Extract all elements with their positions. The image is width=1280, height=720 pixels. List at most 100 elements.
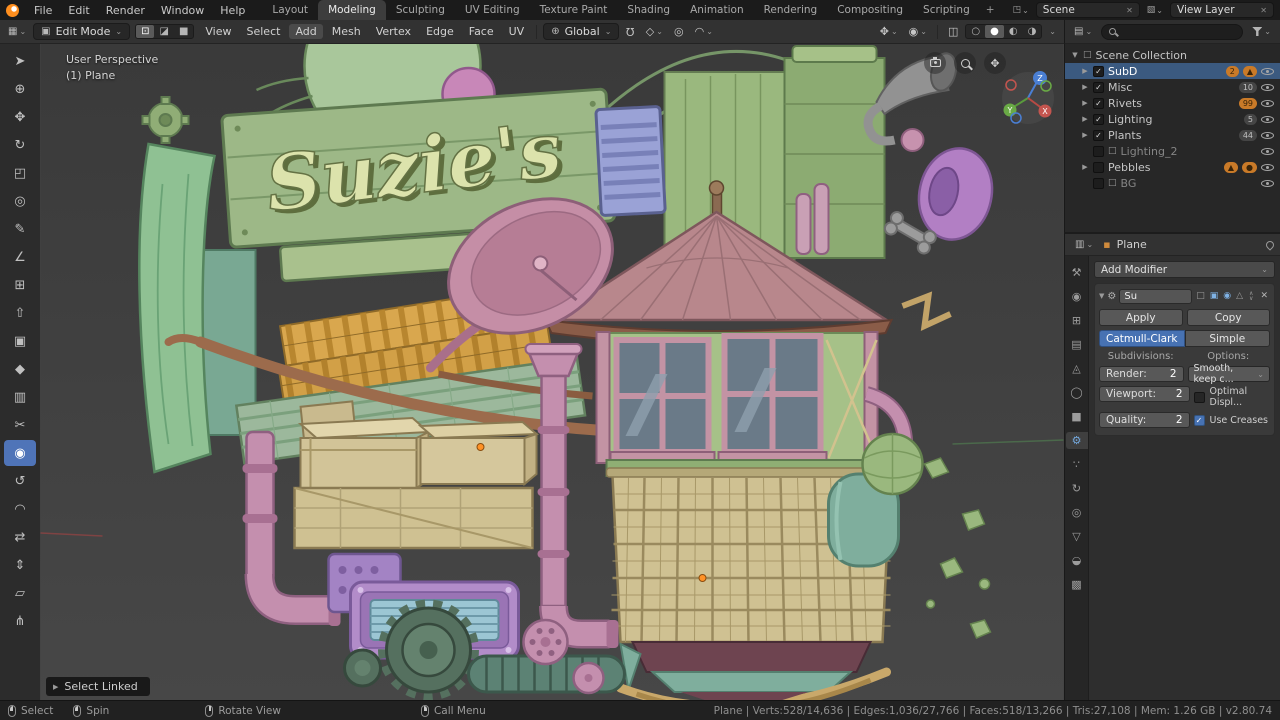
workspace-tab-modeling[interactable]: Modeling <box>318 0 386 20</box>
shading-solid-button[interactable]: ● <box>985 25 1004 38</box>
expand-icon[interactable]: ▶ <box>1081 115 1089 123</box>
workspace-tab-texture-paint[interactable]: Texture Paint <box>530 0 618 20</box>
tab-particles[interactable]: ∵ <box>1066 456 1088 473</box>
tab-tool[interactable]: ⚒ <box>1066 264 1088 281</box>
menu-file[interactable]: File <box>27 4 59 17</box>
orientation-dropdown[interactable]: ⊕ Global ⌄ <box>543 23 620 40</box>
viewport-toggle-icon[interactable]: ▣ <box>1209 291 1220 301</box>
workspace-tab-shading[interactable]: Shading <box>617 0 680 20</box>
tab-constraints[interactable]: ◎ <box>1066 504 1088 521</box>
gizmo-y-axis[interactable]: Y <box>1007 106 1013 115</box>
gizmos-dropdown[interactable]: ✥ ⌄ <box>876 24 902 39</box>
shading-rendered-button[interactable]: ◑ <box>1023 25 1042 38</box>
workspace-tab-compositing[interactable]: Compositing <box>827 0 913 20</box>
menu-help[interactable]: Help <box>213 4 252 17</box>
quality-field[interactable]: Quality: 2 <box>1099 412 1190 428</box>
apply-button[interactable]: Apply <box>1099 309 1183 326</box>
shading-settings-dropdown[interactable]: ⌄ <box>1045 26 1060 37</box>
tool-measure[interactable]: ∠ <box>4 244 36 270</box>
menu-view[interactable]: View <box>199 24 237 39</box>
tab-view-layer[interactable]: ▤ <box>1066 336 1088 353</box>
editor-type-button[interactable]: ▦ ⌄ <box>4 25 30 38</box>
camera-view-button[interactable] <box>924 52 946 74</box>
outliner-row-lighting-2[interactable]: □ Lighting_2 <box>1065 143 1280 159</box>
tool-inset-faces[interactable]: ▣ <box>4 328 36 354</box>
expand-icon[interactable]: ▶ <box>1081 131 1089 139</box>
workspace-tab-sculpting[interactable]: Sculpting <box>386 0 455 20</box>
expand-icon[interactable]: ▶ <box>1081 67 1089 75</box>
menu-uv[interactable]: UV <box>503 24 531 39</box>
simple-button[interactable]: Simple <box>1184 330 1270 347</box>
menu-add[interactable]: Add <box>289 24 323 39</box>
outliner-row-pebbles[interactable]: ▶ Pebbles ▲ ● <box>1065 159 1280 175</box>
visibility-eye-icon[interactable] <box>1261 81 1274 93</box>
snap-settings-dropdown[interactable]: ◇ ⌄ <box>642 24 667 39</box>
visibility-eye-icon[interactable] <box>1261 145 1274 157</box>
tool-shear[interactable]: ▱ <box>4 580 36 606</box>
shading-material-button[interactable]: ◐ <box>1004 25 1023 38</box>
tool-add-cube[interactable]: ⊞ <box>4 272 36 298</box>
add-modifier-dropdown[interactable]: Add Modifier ⌄ <box>1094 261 1275 278</box>
tool-cursor[interactable]: ⊕ <box>4 76 36 102</box>
view-layer-selector[interactable]: View Layer ✕ <box>1170 2 1274 18</box>
breadcrumb[interactable]: Plane <box>1117 238 1147 251</box>
editmode-toggle-icon[interactable]: □ <box>1195 291 1206 301</box>
close-icon[interactable]: ✕ <box>1258 291 1270 301</box>
tab-render[interactable]: ◉ <box>1066 288 1088 305</box>
menu-vertex[interactable]: Vertex <box>370 24 417 39</box>
blender-logo-icon[interactable] <box>6 3 19 17</box>
workspace-tab-uv-editing[interactable]: UV Editing <box>455 0 530 20</box>
unlink-scene-icon[interactable]: ✕ <box>1126 6 1133 15</box>
outliner-row-bg[interactable]: □ BG <box>1065 175 1280 191</box>
visibility-eye-icon[interactable] <box>1261 113 1274 125</box>
scene-browse-button[interactable]: ◳ ⌄ <box>1011 4 1031 16</box>
tab-texture[interactable]: ▩ <box>1066 576 1088 593</box>
outliner-search[interactable] <box>1101 23 1244 40</box>
workspace-tab-layout[interactable]: Layout <box>262 0 318 20</box>
checkbox[interactable]: ✓ <box>1193 414 1205 426</box>
snap-toggle[interactable]: Ω <box>622 24 638 39</box>
outliner-row-plants[interactable]: ▶ ✓ Plants 44 <box>1065 127 1280 143</box>
tool-smooth[interactable]: ◠ <box>4 496 36 522</box>
tab-material[interactable]: ◒ <box>1066 552 1088 569</box>
outliner-row-subd[interactable]: ▶ ✓ SubD 2 ▲ <box>1065 63 1280 79</box>
tool-annotate[interactable]: ✎ <box>4 216 36 242</box>
checkbox[interactable] <box>1193 391 1205 403</box>
view-layer-browse-button[interactable]: ▧ ⌄ <box>1145 4 1165 16</box>
expand-icon[interactable]: ▶ <box>1081 83 1089 91</box>
collection-checkbox[interactable]: ✓ <box>1093 65 1104 77</box>
collection-checkbox[interactable]: ✓ <box>1093 81 1104 93</box>
shading-wireframe-button[interactable]: ○ <box>966 25 985 38</box>
add-workspace-button[interactable]: + <box>980 0 1001 20</box>
modifier-name-field[interactable]: Su <box>1119 288 1193 304</box>
3d-viewport[interactable]: Suzie's Suzie's User Perspective (1) Pla… <box>40 44 1064 700</box>
render-subdivisions-field[interactable]: Render: 2 <box>1099 366 1184 382</box>
falloff-dropdown[interactable]: ◠ ⌄ <box>691 24 717 39</box>
tab-physics[interactable]: ↻ <box>1066 480 1088 497</box>
visibility-eye-icon[interactable] <box>1261 65 1274 77</box>
viewport-subdivisions-field[interactable]: Viewport: 2 <box>1099 386 1190 402</box>
tab-object-data[interactable]: ▽ <box>1066 528 1088 545</box>
collapse-icon[interactable]: ▼ <box>1099 292 1104 300</box>
visibility-eye-icon[interactable] <box>1261 177 1274 189</box>
catmull-clark-button[interactable]: Catmull-Clark <box>1099 330 1185 347</box>
tool-loop-cut[interactable]: ▥ <box>4 384 36 410</box>
gizmo-x-axis[interactable]: X <box>1042 107 1048 116</box>
properties-editor-type-button[interactable]: ▥ ⌄ <box>1071 238 1097 251</box>
tool-scale[interactable]: ◰ <box>4 160 36 186</box>
menu-render[interactable]: Render <box>99 4 152 17</box>
tool-poly-build[interactable]: ◉ <box>4 440 36 466</box>
remove-view-layer-icon[interactable]: ✕ <box>1260 6 1267 15</box>
zoom-button[interactable] <box>954 52 976 74</box>
tab-modifiers[interactable]: ⚙ <box>1065 432 1088 449</box>
mode-dropdown[interactable]: ▣ Edit Mode ⌄ <box>33 23 131 40</box>
menu-edit[interactable]: Edit <box>61 4 96 17</box>
menu-mesh[interactable]: Mesh <box>326 24 367 39</box>
optimal-display-checkbox[interactable]: Optimal Displ... <box>1193 386 1271 408</box>
expand-icon[interactable]: ▶ <box>1081 163 1089 171</box>
tab-world[interactable]: ◯ <box>1066 384 1088 401</box>
collection-checkbox[interactable] <box>1093 145 1104 157</box>
outliner-editor-type-button[interactable]: ▤ ⌄ <box>1070 25 1096 38</box>
uv-smooth-dropdown[interactable]: Smooth, keep c... ⌄ <box>1187 363 1270 385</box>
collection-checkbox[interactable]: ✓ <box>1093 129 1104 141</box>
